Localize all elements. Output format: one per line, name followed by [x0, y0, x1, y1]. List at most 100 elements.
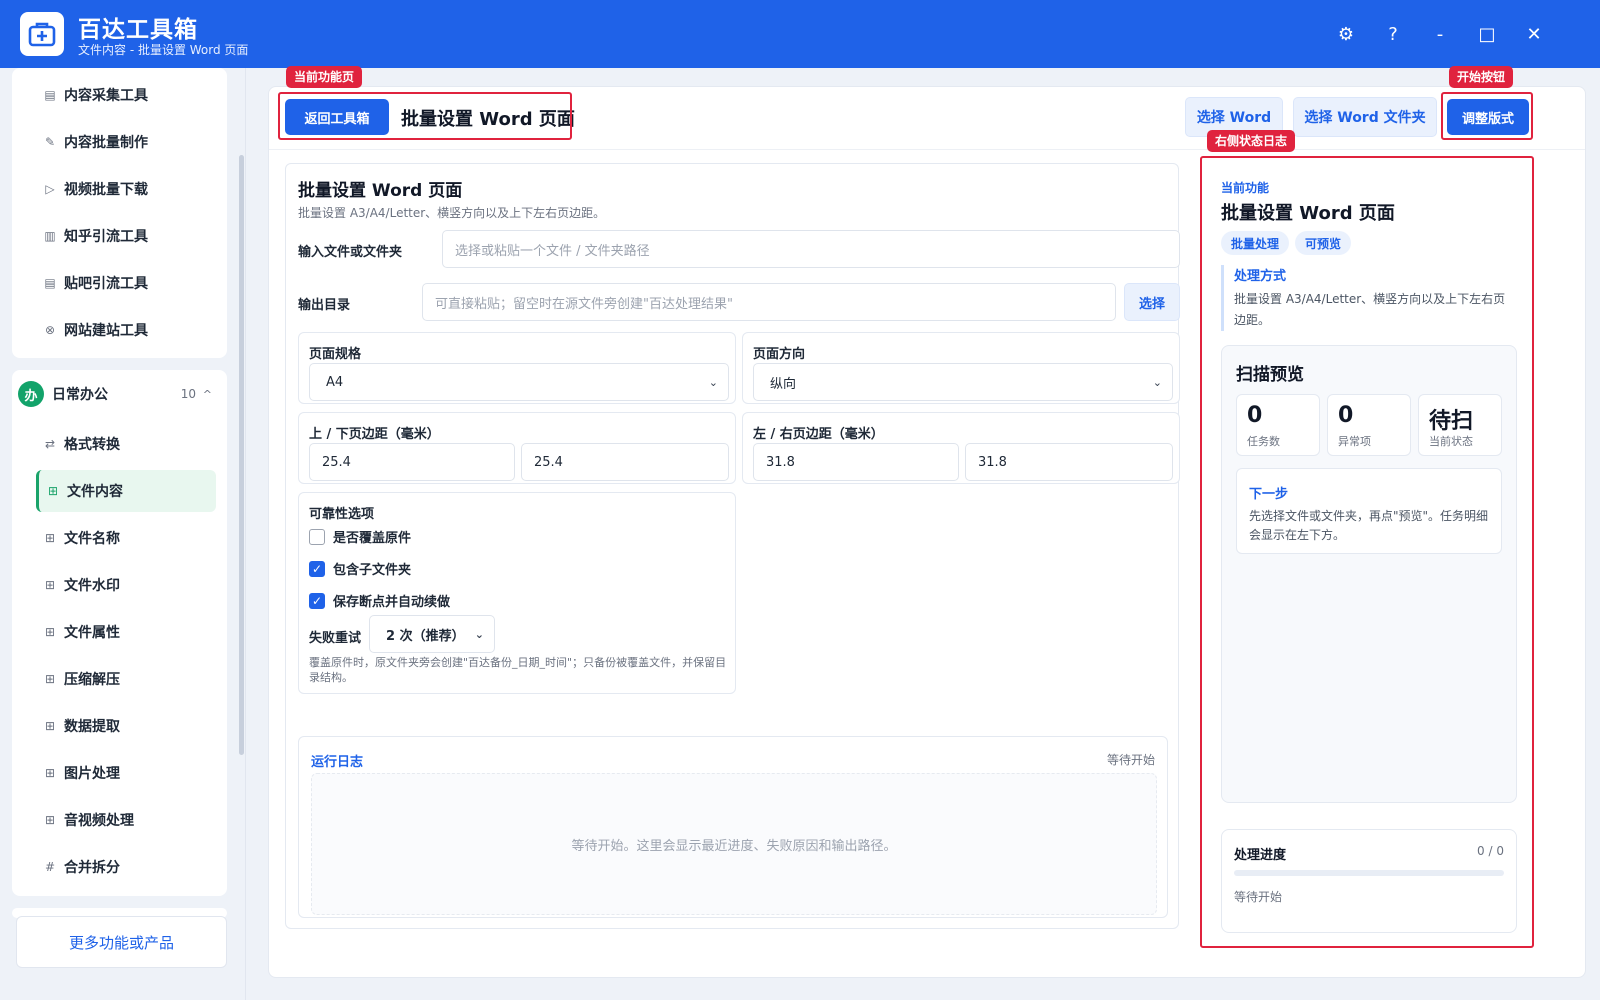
right-margin-input[interactable]: 31.8	[965, 443, 1173, 481]
checkbox-label: 包含子文件夹	[333, 563, 412, 578]
sidebar-item-label: 视频批量下载	[64, 182, 148, 198]
sidebar-item-file-name[interactable]: ⊞ 文件名称	[36, 517, 216, 559]
sidebar-item-label: 合并拆分	[64, 860, 120, 876]
select-word-folder-button[interactable]: 选择 Word 文件夹	[1293, 97, 1437, 137]
tb-margin-card: 上 / 下页边距（毫米） 25.4 25.4	[298, 412, 736, 484]
reliability-card: 可靠性选项 是否覆盖原件 ✓ 包含子文件夹 ✓ 保存断点并自动续做 失败重试 2…	[298, 492, 736, 694]
clipboard-icon: ▤	[44, 88, 56, 102]
chevron-down-icon: ⌄	[474, 627, 484, 641]
annotation-current-page-tag: 当前功能页	[286, 66, 363, 88]
sidebar-item-website[interactable]: ⊗ 网站建站工具	[36, 309, 216, 351]
checkbox-label: 是否覆盖原件	[333, 531, 412, 546]
page-size-card: 页面规格 A4 ⌄	[298, 332, 736, 404]
sidebar-item-label: 网站建站工具	[64, 323, 148, 339]
page-size-select[interactable]: A4 ⌄	[309, 363, 729, 401]
sidebar-item-content-batch[interactable]: ✎ 内容批量制作	[36, 121, 216, 163]
checkbox-unchecked-icon	[309, 528, 325, 545]
group-badge: 办	[18, 381, 44, 407]
annotation-right-log-box	[1200, 156, 1534, 948]
sidebar-scrollbar[interactable]	[239, 155, 244, 755]
lr-margin-label: 左 / 右页边距（毫米）	[753, 427, 884, 442]
orientation-select[interactable]: 纵向 ⌄	[753, 363, 1173, 401]
grid-icon: ⊞	[47, 484, 59, 498]
lr-margin-card: 左 / 右页边距（毫米） 31.8 31.8	[742, 412, 1180, 484]
page-size-value: A4	[326, 374, 344, 390]
sidebar-item-label: 文件内容	[67, 484, 123, 500]
pen-icon: ✎	[44, 135, 56, 149]
save-checkpoint-checkbox[interactable]: ✓ 保存断点并自动续做	[309, 591, 450, 610]
sidebar-item-file-properties[interactable]: ⊞ 文件属性	[36, 611, 216, 653]
title-bar: 百达工具箱 文件内容 - 批量设置 Word 页面 ⚙ ? - □ ✕	[0, 0, 1600, 68]
sidebar-item-merge-split[interactable]: # 合并拆分	[36, 846, 216, 888]
help-icon[interactable]: ?	[1379, 20, 1407, 48]
app-subtitle: 文件内容 - 批量设置 Word 页面	[78, 43, 249, 57]
annotation-start-button-tag: 开始按钮	[1449, 66, 1514, 88]
top-margin-input[interactable]: 25.4	[309, 443, 515, 481]
sidebar-item-label: 压缩解压	[64, 672, 120, 688]
chevron-up-icon: ^	[202, 387, 212, 401]
toolbar-divider	[269, 149, 1585, 150]
sidebar-group-header[interactable]: 办 日常办公 10 ^	[18, 372, 218, 416]
zhihu-icon: ▥	[44, 229, 56, 243]
close-button[interactable]: ✕	[1520, 20, 1548, 48]
include-subfolders-checkbox[interactable]: ✓ 包含子文件夹	[309, 559, 411, 578]
reliability-label: 可靠性选项	[309, 507, 375, 522]
video-icon: ▷	[45, 182, 55, 196]
output-select-button[interactable]: 选择	[1124, 283, 1180, 321]
output-dir-field[interactable]: 可直接粘贴；留空时在源文件旁创建"百达处理结果"	[422, 283, 1116, 321]
sidebar-item-video-download[interactable]: ▷ 视频批量下载	[36, 168, 216, 210]
orientation-card: 页面方向 纵向 ⌄	[742, 332, 1180, 404]
sidebar-item-file-watermark[interactable]: ⊞ 文件水印	[36, 564, 216, 606]
grid-icon: ⊞	[44, 766, 56, 780]
sidebar-item-label: 文件水印	[64, 578, 120, 594]
sidebar-item-compress[interactable]: ⊞ 压缩解压	[36, 658, 216, 700]
sidebar-item-format-convert[interactable]: ⇄ 格式转换	[36, 423, 216, 465]
bottom-margin-input[interactable]: 25.4	[521, 443, 729, 481]
sidebar-item-label: 贴吧引流工具	[64, 276, 148, 292]
left-margin-input[interactable]: 31.8	[753, 443, 959, 481]
input-path-field[interactable]: 选择或粘贴一个文件 / 文件夹路径	[442, 230, 1180, 268]
orientation-label: 页面方向	[753, 347, 806, 362]
checkbox-label: 保存断点并自动续做	[333, 595, 451, 610]
sidebar-item-tieba[interactable]: ▤ 贴吧引流工具	[36, 262, 216, 304]
grid-icon: ⊞	[44, 531, 56, 545]
sidebar-item-content-collect[interactable]: ▤ 内容采集工具	[36, 74, 216, 116]
group-title: 日常办公	[52, 387, 108, 403]
grid-icon: ⊞	[44, 719, 56, 733]
overwrite-note: 覆盖原件时，原文件夹旁会创建"百达备份_日期_时间"；只备份被覆盖文件，并保留目…	[309, 656, 727, 684]
sidebar: ▤ 内容采集工具 ✎ 内容批量制作 ▷ 视频批量下载 ▥ 知乎引流工具 ▤ 贴吧…	[0, 68, 246, 1000]
output-dir-label: 输出目录	[298, 298, 351, 313]
orientation-value: 纵向	[770, 376, 797, 392]
checkbox-checked-icon: ✓	[309, 592, 325, 609]
maximize-button[interactable]: □	[1473, 20, 1501, 48]
swap-icon: ⇄	[44, 437, 56, 451]
sidebar-item-label: 格式转换	[64, 437, 120, 453]
sidebar-item-label: 图片处理	[64, 766, 120, 782]
sidebar-item-data-extract[interactable]: ⊞ 数据提取	[36, 705, 216, 747]
tieba-icon: ▤	[44, 276, 56, 290]
sidebar-item-label: 文件名称	[64, 531, 120, 547]
hash-icon: #	[44, 860, 56, 874]
annotation-current-page-box	[278, 92, 572, 140]
sidebar-item-label: 文件属性	[64, 625, 120, 641]
sidebar-item-zhihu[interactable]: ▥ 知乎引流工具	[36, 215, 216, 257]
run-log-title: 运行日志	[311, 755, 364, 770]
sidebar-item-file-content[interactable]: ⊞ 文件内容	[36, 470, 216, 512]
group-count: 10	[180, 387, 196, 401]
retry-select[interactable]: 2 次（推荐） ⌄	[369, 615, 495, 653]
grid-icon: ⊞	[44, 672, 56, 686]
tb-margin-label: 上 / 下页边距（毫米）	[309, 427, 440, 442]
minimize-button[interactable]: -	[1426, 20, 1454, 48]
sidebar-item-label: 内容采集工具	[64, 88, 148, 104]
sidebar-item-label: 音视频处理	[64, 813, 134, 829]
form-description: 批量设置 A3/A4/Letter、横竖方向以及上下左右页边距。	[298, 206, 606, 220]
chevron-down-icon: ⌄	[1152, 375, 1162, 389]
grid-icon: ⊞	[44, 813, 56, 827]
sidebar-item-media[interactable]: ⊞ 音视频处理	[36, 799, 216, 841]
sidebar-item-image[interactable]: ⊞ 图片处理	[36, 752, 216, 794]
app-logo	[20, 12, 64, 56]
settings-icon[interactable]: ⚙	[1332, 20, 1360, 48]
overwrite-original-checkbox[interactable]: 是否覆盖原件	[309, 527, 411, 546]
more-products-button[interactable]: 更多功能或产品	[16, 916, 227, 968]
sidebar-item-label: 内容批量制作	[64, 135, 148, 151]
